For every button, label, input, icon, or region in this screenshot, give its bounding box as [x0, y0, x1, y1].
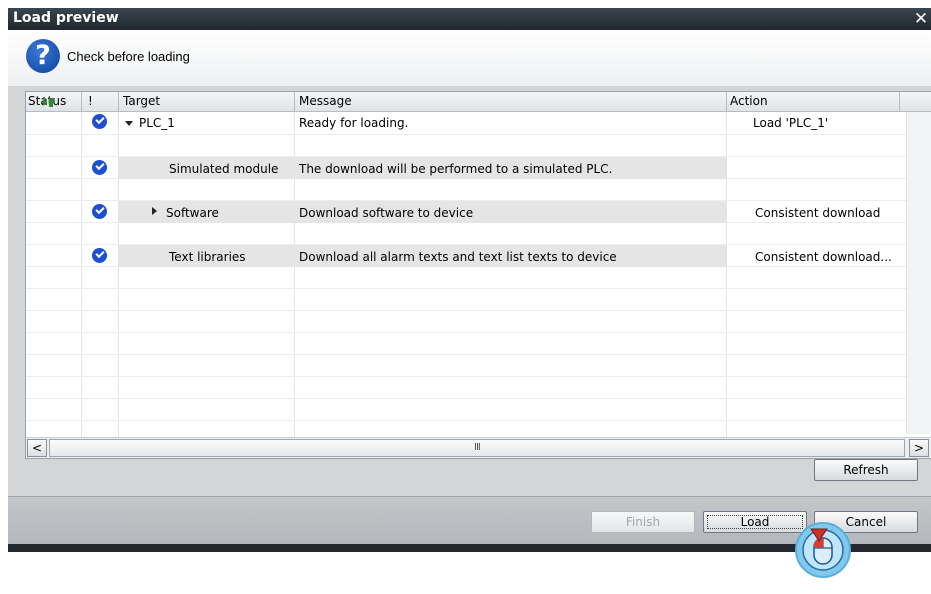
- row-target: Simulated module: [169, 162, 279, 176]
- column-message[interactable]: Message: [299, 94, 352, 108]
- load-preview-dialog: ? Check before loading Status ! Target M…: [8, 30, 931, 545]
- window-title: Load preview: [13, 10, 119, 26]
- check-circle-icon: [92, 248, 107, 263]
- row-action-select[interactable]: Consistent download: [755, 206, 880, 220]
- scroll-grip: III: [474, 442, 481, 453]
- row-action[interactable]: Load 'PLC_1': [753, 116, 828, 130]
- row-target: PLC_1: [139, 116, 175, 130]
- load-preview-table: Status ! Target Message Action PLC_1 Rea…: [25, 91, 931, 459]
- header-text: Check before loading: [67, 49, 190, 64]
- question-icon: ?: [26, 39, 60, 73]
- row-message: Download software to device: [299, 206, 474, 220]
- refresh-button[interactable]: Refresh: [814, 459, 918, 481]
- close-icon[interactable]: ✕: [912, 10, 930, 28]
- row-message: Download all alarm texts and text list t…: [299, 250, 617, 264]
- scroll-left-button[interactable]: <: [27, 439, 47, 457]
- vertical-scroll-track[interactable]: [906, 112, 931, 434]
- row-target: Software: [166, 206, 219, 220]
- column-alert[interactable]: !: [88, 94, 93, 108]
- scroll-right-button[interactable]: >: [909, 439, 929, 457]
- table-header: Status ! Target Message Action: [26, 92, 931, 112]
- column-target[interactable]: Target: [123, 94, 160, 108]
- row-action-select[interactable]: Consistent download...: [755, 250, 892, 264]
- title-bar: Load preview ✕: [8, 8, 931, 30]
- header-panel: ? Check before loading: [8, 30, 931, 86]
- download-status-icon: [41, 97, 53, 107]
- check-circle-icon: [92, 160, 107, 175]
- mouse-cursor-icon: [795, 522, 851, 578]
- chevron-down-icon[interactable]: [125, 121, 133, 126]
- check-circle-icon: [92, 204, 107, 219]
- finish-button[interactable]: Finish: [591, 511, 695, 533]
- column-action[interactable]: Action: [730, 94, 768, 108]
- scroll-thumb[interactable]: III: [49, 439, 905, 457]
- row-message: Ready for loading.: [299, 116, 409, 130]
- row-target: Text libraries: [169, 250, 246, 264]
- horizontal-scrollbar[interactable]: < III >: [26, 437, 931, 458]
- check-circle-icon: [92, 114, 107, 129]
- chevron-right-icon[interactable]: [152, 207, 157, 215]
- row-message: The download will be performed to a simu…: [299, 162, 613, 176]
